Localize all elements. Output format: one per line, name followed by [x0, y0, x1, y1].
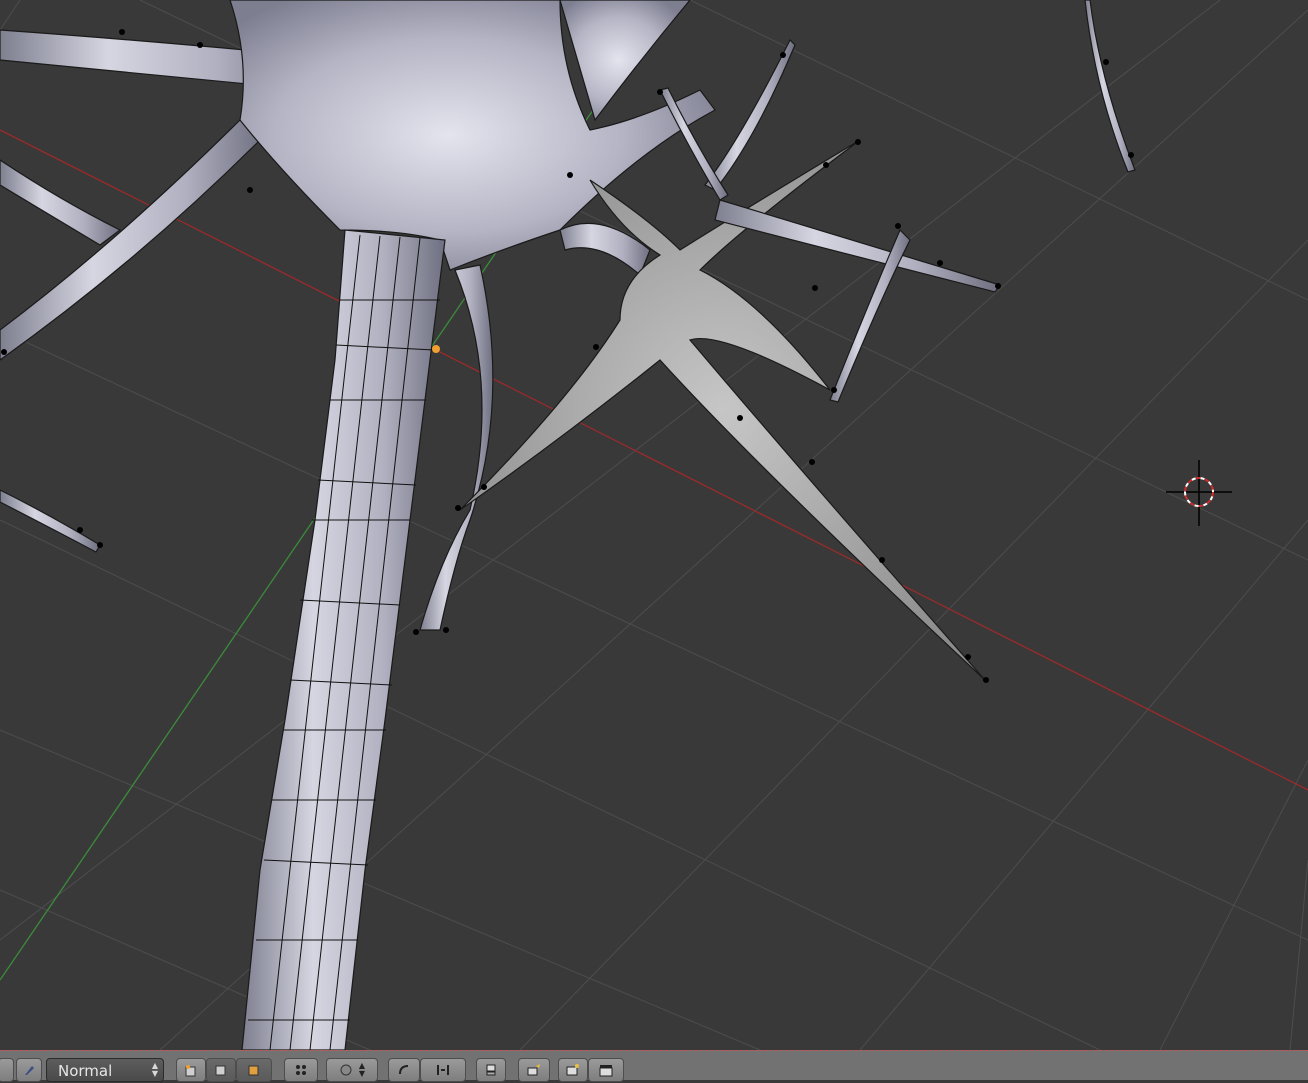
- viewport-shading-icon[interactable]: [16, 1058, 42, 1082]
- edge-select-icon[interactable]: [206, 1058, 236, 1082]
- face-select-icon[interactable]: [236, 1058, 272, 1082]
- layers-icon[interactable]: [476, 1058, 506, 1082]
- view-mode-icon[interactable]: [0, 1058, 14, 1082]
- selected-vertex[interactable]: [432, 345, 440, 353]
- viewport-header: Normal ▲ ▼ ▲ ▼: [0, 1050, 1308, 1082]
- render-preview-icon[interactable]: [518, 1058, 550, 1082]
- shading-mode-label: Normal: [58, 1062, 113, 1080]
- 3d-cursor-icon[interactable]: [1166, 460, 1232, 526]
- proportional-edit-icon[interactable]: ▲ ▼: [326, 1058, 378, 1082]
- occlude-geometry-icon[interactable]: [284, 1058, 318, 1082]
- floor-grid: [0, 0, 1308, 1050]
- select-arrows-icon: ▲ ▼: [151, 1061, 158, 1078]
- vertex-select-icon[interactable]: [176, 1058, 206, 1082]
- shading-mode-select[interactable]: Normal ▲ ▼: [46, 1058, 164, 1082]
- clapperboard-icon[interactable]: [588, 1058, 624, 1082]
- snap-target-icon[interactable]: [420, 1058, 466, 1082]
- 3d-viewport[interactable]: [0, 0, 1308, 1050]
- viewport-canvas[interactable]: [0, 0, 1308, 1050]
- render-animation-icon[interactable]: [558, 1058, 588, 1082]
- neuron-mesh[interactable]: [0, 0, 1136, 1050]
- snap-icon[interactable]: [388, 1058, 420, 1082]
